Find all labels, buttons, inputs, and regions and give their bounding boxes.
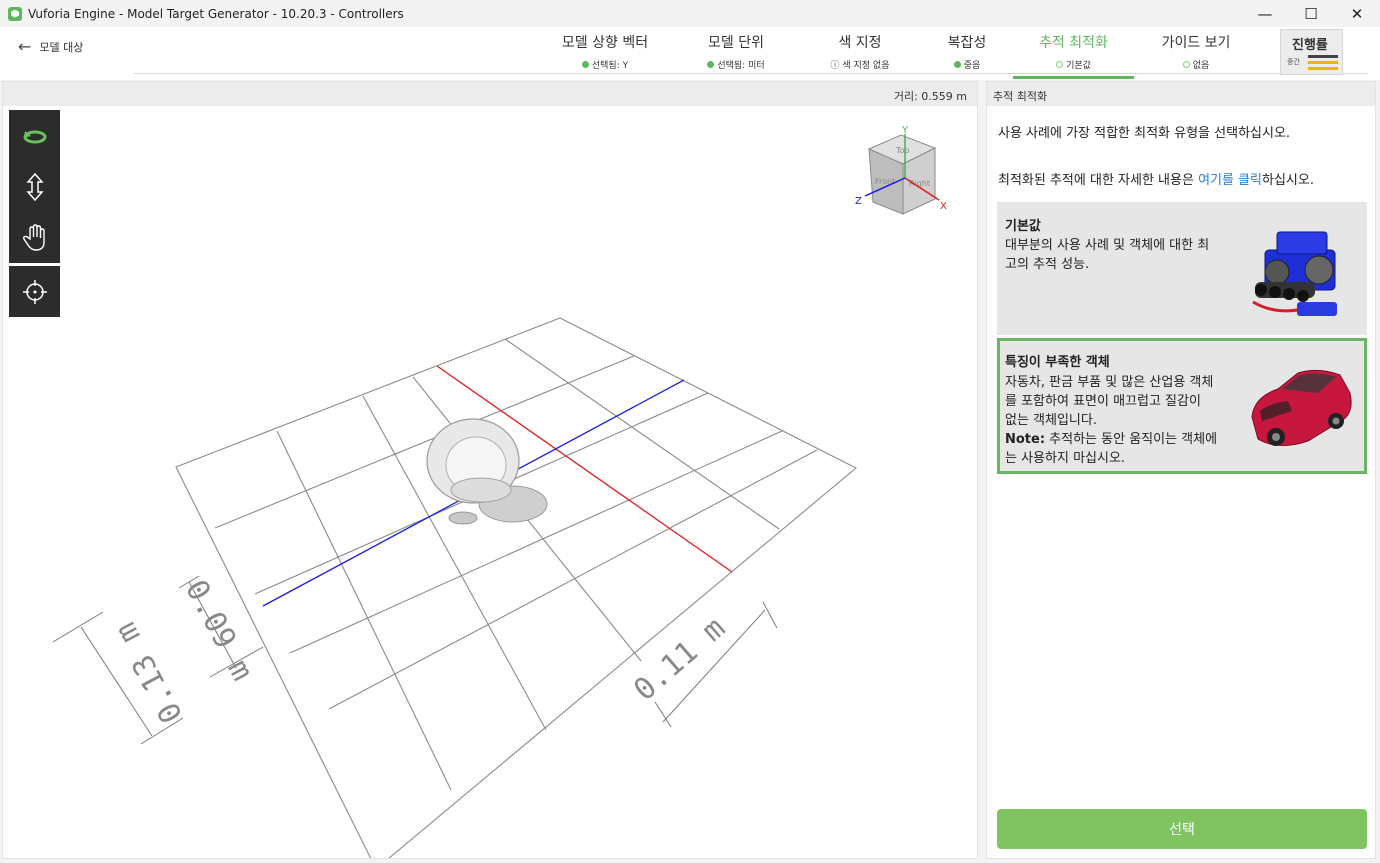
window-title: Vuforia Engine - Model Target Generator … [28, 6, 404, 21]
vuforia-app-icon [8, 6, 22, 21]
step-title: 모델 상향 벡터 [561, 35, 649, 51]
step-title: 복잡성 [947, 35, 987, 51]
step-status: 선택됨: 미터 [717, 61, 765, 71]
crosshair-icon [22, 279, 47, 304]
check-dot-icon [581, 61, 589, 68]
hand-icon [22, 223, 45, 251]
step-tracking-optimization[interactable]: 추적 최적화 기본값 [1013, 32, 1134, 79]
back-label: 모델 대상 [39, 40, 84, 54]
cube-front-label: Front [875, 177, 895, 186]
pending-dot-icon [1056, 61, 1064, 68]
step-status: 없음 [1192, 61, 1210, 71]
step-status: 색 지정 없음 [842, 61, 890, 71]
option-description: 대부분의 사용 사례 및 객체에 대한 최 고의 추적 성능. [1005, 238, 1210, 272]
warning-icon: ⓘ [830, 61, 843, 71]
window-controls: — ☐ ✕ [1242, 0, 1380, 27]
ground-grid [175, 317, 857, 858]
tracking-optimization-panel: 추적 최적화 사용 사례에 가장 적합한 최적화 유형을 선택하십시오. 최적화… [986, 81, 1376, 859]
step-title: 가이드 보기 [1161, 35, 1231, 51]
step-complexity[interactable]: 복잡성 중음 [934, 32, 1000, 76]
pending-dot-icon [1182, 61, 1190, 68]
dimension-label-c: 0.11 m [627, 611, 732, 709]
minimize-button[interactable]: — [1242, 0, 1288, 27]
step-guide-view[interactable]: 가이드 보기 없음 [1148, 32, 1244, 76]
step-model-units[interactable]: 모델 단위 선택됨: 미터 [686, 32, 786, 76]
3d-viewport[interactable]: 0.09 m 0.13 m 0.11 m Top Right Front Y X… [2, 81, 978, 859]
car-model-thumbnail [1251, 369, 1352, 446]
scene-canvas[interactable]: 0.09 m 0.13 m 0.11 m Top Right Front Y X… [3, 82, 978, 859]
pan-tool-button[interactable] [9, 212, 60, 263]
zoom-tool-button[interactable] [9, 161, 60, 212]
step-status: 중음 [963, 61, 981, 71]
wizard-header: ← 모델 대상 모델 상향 벡터 선택됨: Y 모델 단위 선택됨: 미터 색 … [0, 27, 1380, 80]
engine-model-thumbnail [1252, 231, 1337, 316]
step-status: 선택됨: Y [591, 61, 629, 71]
viewport-header: 거리: 0.559 m [3, 82, 977, 106]
title-bar: Vuforia Engine - Model Target Generator … [0, 0, 1380, 27]
info-text: 하십시오. [1262, 173, 1314, 188]
step-title: 모델 단위 [708, 35, 764, 51]
panel-description: 사용 사례에 가장 적합한 최적화 유형을 선택하십시오. [998, 126, 1291, 141]
dimension-label-b: 0.13 m [108, 617, 190, 729]
step-title: 색 지정 [838, 35, 882, 51]
step-title: 추적 최적화 [1039, 35, 1108, 51]
option-card-default[interactable]: 기본값 대부분의 사용 사례 및 객체에 대한 최 고의 추적 성능. [997, 202, 1367, 335]
rotate-icon [23, 130, 46, 143]
option-description: 자동차, 판금 부품 및 많은 산업용 객체 를 포함하여 표면이 매끄럽고 질… [1005, 375, 1218, 466]
arrow-left-icon: ← [18, 37, 32, 56]
panel-header: 추적 최적화 [987, 82, 1375, 106]
y-axis-label: Y [901, 125, 909, 136]
step-model-up-vector[interactable]: 모델 상향 벡터 선택됨: Y [555, 32, 655, 76]
progress-title: 진행률 [1292, 38, 1328, 53]
navigation-toolbar [9, 110, 60, 317]
step-coloring[interactable]: 색 지정 ⓘ 색 지정 없음 [818, 32, 902, 76]
progress-bar-yellow [1308, 61, 1338, 64]
step-status: 기본값 [1066, 61, 1091, 71]
option-title: 기본값 [1005, 219, 1041, 234]
view-cube[interactable]: Top Right Front Y X Z [855, 125, 947, 215]
select-button[interactable]: 선택 [997, 809, 1367, 849]
x-axis-label: X [940, 201, 947, 212]
vertical-arrows-icon [25, 172, 44, 201]
option-title: 특징이 부족한 객체 [1005, 355, 1110, 370]
progress-bar-dark [1308, 55, 1338, 58]
z-axis-label: Z [855, 196, 862, 207]
orbit-tool-button[interactable] [9, 110, 60, 161]
check-dot-icon [953, 61, 961, 68]
close-button[interactable]: ✕ [1334, 0, 1380, 27]
panel-info: 최적화된 추적에 대한 자세한 내용은 여기를 클릭하십시오. [998, 169, 1314, 188]
maximize-button[interactable]: ☐ [1288, 0, 1334, 27]
option-card-low-feature[interactable]: 특징이 부족한 객체 자동차, 판금 부품 및 많은 산업용 객체 를 포함하여… [997, 338, 1367, 474]
progress-level: 중간 [1287, 58, 1300, 66]
info-text: 최적화된 추적에 대한 자세한 내용은 [998, 173, 1199, 188]
cube-top-label: Top [895, 146, 910, 155]
recenter-button[interactable] [9, 266, 60, 317]
camera-distance: 거리: 0.559 m [893, 90, 967, 103]
note-label: Note: [1005, 432, 1046, 447]
back-button[interactable]: ← 모델 대상 [18, 37, 83, 56]
info-link[interactable]: 여기를 클릭 [1198, 173, 1262, 188]
dimension-label-a: 0.09 m [178, 574, 260, 686]
progress-bar-yellow [1308, 67, 1338, 70]
progress-indicator[interactable]: 진행률 중간 [1280, 29, 1343, 75]
check-dot-icon [707, 61, 715, 68]
